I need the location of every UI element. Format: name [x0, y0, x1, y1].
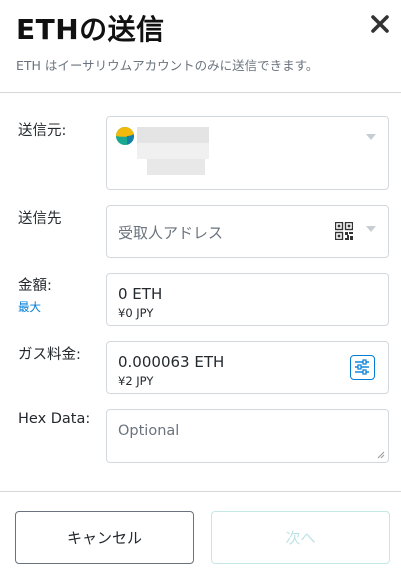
- amount-fiat-value: ¥0 JPY: [118, 306, 154, 320]
- hex-data-box: [106, 409, 389, 463]
- max-amount-link[interactable]: 最大: [18, 299, 41, 315]
- gas-fee-field: 0.000063 ETH ¥2 JPY: [106, 341, 389, 394]
- close-icon[interactable]: [366, 10, 394, 38]
- qr-code-icon[interactable]: [334, 221, 354, 241]
- chevron-down-icon[interactable]: [366, 226, 376, 232]
- from-account-dropdown[interactable]: [106, 116, 389, 190]
- to-label: 送信先: [18, 211, 62, 227]
- hex-data-input[interactable]: [107, 410, 388, 462]
- gas-fee-fiat-value: ¥2 JPY: [118, 374, 154, 388]
- hex-data-label: Hex Data:: [18, 411, 91, 427]
- gas-settings-icon[interactable]: [350, 355, 375, 380]
- amount-label: 金額:: [18, 278, 52, 294]
- recipient-address-input[interactable]: 受取人アドレス: [106, 205, 389, 258]
- page-subtitle: ETH はイーサリウムアカウントのみに送信できます。: [16, 58, 319, 73]
- header-divider: [0, 92, 401, 93]
- resize-grip-icon[interactable]: [377, 451, 385, 459]
- next-button[interactable]: 次へ: [211, 511, 390, 564]
- amount-value: 0 ETH: [118, 285, 163, 303]
- page-title: ETHの送信: [16, 13, 165, 46]
- cancel-button[interactable]: キャンセル: [15, 511, 194, 564]
- footer-divider: [0, 491, 401, 492]
- recipient-placeholder: 受取人アドレス: [118, 224, 224, 242]
- gas-fee-value: 0.000063 ETH: [118, 353, 225, 371]
- amount-input[interactable]: 0 ETH ¥0 JPY: [106, 273, 389, 326]
- gas-fee-label: ガス料金:: [18, 347, 81, 363]
- chevron-down-icon[interactable]: [366, 134, 376, 140]
- header: ETHの送信 ETH はイーサリウムアカウントのみに送信できます。: [0, 0, 401, 90]
- from-label: 送信元:: [18, 123, 67, 139]
- account-identicon: [116, 127, 134, 145]
